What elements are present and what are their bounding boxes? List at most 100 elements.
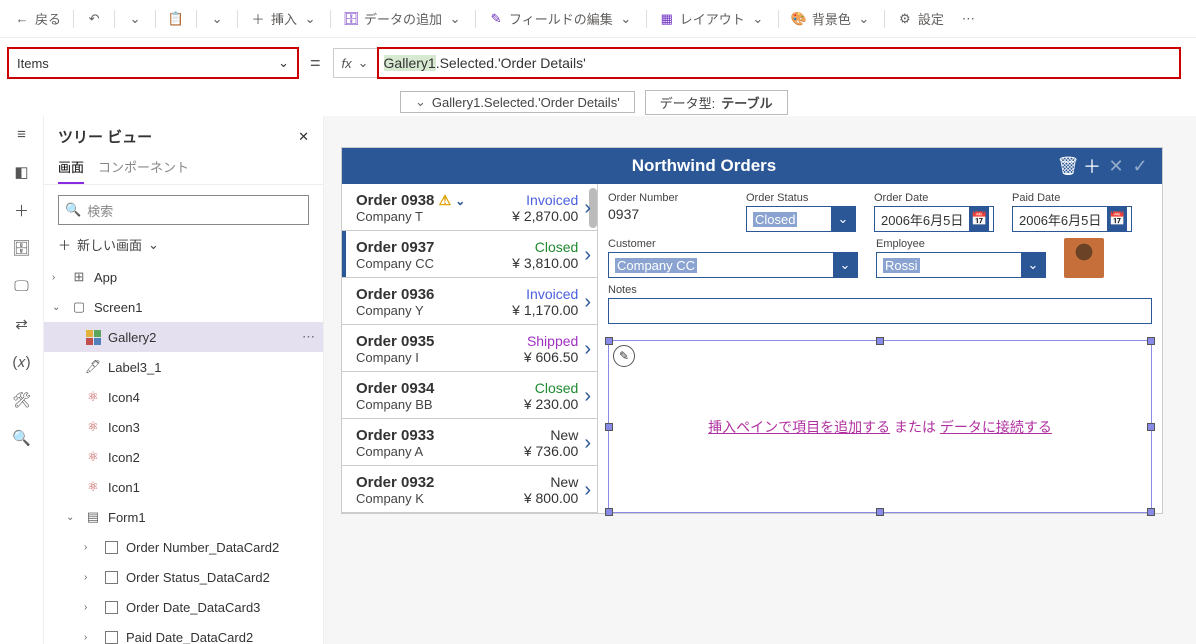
close-icon[interactable]: ✕ xyxy=(298,129,309,145)
equals-label: = xyxy=(306,53,325,74)
add-data-button[interactable]: 🗄 データの追加 ⌄ xyxy=(335,5,471,32)
tree-node-label3-1[interactable]: 🖊Label3_1 xyxy=(44,352,323,382)
resize-handle[interactable] xyxy=(1147,508,1155,516)
resize-handle[interactable] xyxy=(876,337,884,345)
insert-button[interactable]: ＋ 挿入 ⌄ xyxy=(242,5,326,32)
insert-pane-link[interactable]: 挿入ペインで項目を追加する xyxy=(708,419,890,435)
undo-button[interactable]: ↶ xyxy=(78,7,110,31)
submit-icon[interactable]: ✓ xyxy=(1128,154,1152,178)
notes-input[interactable] xyxy=(608,298,1152,324)
rail-media-icon[interactable]: 🖵 xyxy=(10,274,34,298)
formula-input[interactable]: Gallery1.Selected.'Order Details' xyxy=(378,48,1180,78)
order-row[interactable]: Order 0938 ⚠ ⌄Company TInvoiced¥ 2,870.0… xyxy=(342,184,597,231)
tree-node-app[interactable]: ›⊞App xyxy=(44,262,323,292)
result-expression-cell[interactable]: ⌄ Gallery1.Selected.'Order Details' xyxy=(400,91,635,113)
tree-node-screen1[interactable]: ⌄▢Screen1 xyxy=(44,292,323,322)
resize-handle[interactable] xyxy=(1147,423,1155,431)
tree-node-dc-orderstatus[interactable]: ›Order Status_DataCard2 xyxy=(44,562,323,592)
resize-handle[interactable] xyxy=(605,337,613,345)
tab-screens[interactable]: 画面 xyxy=(58,151,84,184)
rail-insert-icon[interactable]: ＋ xyxy=(10,198,34,222)
order-row[interactable]: Order 0937Company CCClosed¥ 3,810.00› xyxy=(342,231,597,278)
employee-dropdown[interactable]: Rossi⌄ xyxy=(876,252,1046,278)
chevron-down-icon: ⌄ xyxy=(831,207,855,231)
rail-search-icon[interactable]: 🔍 xyxy=(10,426,34,450)
order-row[interactable]: Order 0935Company IShipped¥ 606.50› xyxy=(342,325,597,372)
rail-data-icon[interactable]: 🗄 xyxy=(10,236,34,260)
rail-flows-icon[interactable]: ⇄ xyxy=(10,312,34,336)
order-num: Order 0935 xyxy=(356,333,492,350)
undo-split[interactable]: ⌄ xyxy=(119,7,151,31)
chevron-right-icon[interactable]: › xyxy=(578,244,591,267)
order-date-picker[interactable]: 2006年6月5日📅 xyxy=(874,206,994,232)
resize-handle[interactable] xyxy=(876,508,884,516)
edit-pencil-icon[interactable]: ✎ xyxy=(613,345,635,367)
order-status-dropdown[interactable]: Closed⌄ xyxy=(746,206,856,232)
order-number-label: Order Number xyxy=(608,192,728,204)
overflow-button[interactable]: ⋯ xyxy=(954,7,983,31)
tree-node-dc-paiddate[interactable]: ›Paid Date_DataCard2 xyxy=(44,622,323,644)
tree-node-label: Icon4 xyxy=(108,390,140,405)
order-row[interactable]: Order 0936Company YInvoiced¥ 1,170.00› xyxy=(342,278,597,325)
tree-node-label: Label3_1 xyxy=(108,360,162,375)
more-icon[interactable]: ⋯ xyxy=(302,329,315,345)
chevron-right-icon[interactable]: › xyxy=(578,291,591,314)
undo-icon: ↶ xyxy=(86,11,102,27)
design-canvas[interactable]: Northwind Orders 🗑 ＋ ✕ ✓ Order 0938 ⚠ ⌄C… xyxy=(324,116,1196,644)
order-row[interactable]: Order 0933Company ANew¥ 736.00› xyxy=(342,419,597,466)
tree-node-form1[interactable]: ⌄▤Form1 xyxy=(44,502,323,532)
gallery2-selection[interactable]: ✎ 挿入ペインで項目を追加する または データに接続する xyxy=(608,340,1152,513)
paid-date-picker[interactable]: 2006年6月5日📅 xyxy=(1012,206,1132,232)
connect-data-link[interactable]: データに接続する xyxy=(940,419,1052,435)
resize-handle[interactable] xyxy=(605,423,613,431)
edit-fields-button[interactable]: ✎ フィールドの編集 ⌄ xyxy=(480,5,642,32)
tree-node-dc-orderdate[interactable]: ›Order Date_DataCard3 xyxy=(44,592,323,622)
chevron-right-icon[interactable]: › xyxy=(578,197,591,220)
left-rail: ≡ ◧ ＋ 🗄 🖵 ⇄ (𝑥) 🛠 🔍 xyxy=(0,116,44,644)
chevron-right-icon[interactable]: › xyxy=(578,432,591,455)
order-gallery[interactable]: Order 0938 ⚠ ⌄Company TInvoiced¥ 2,870.0… xyxy=(342,184,598,513)
back-button[interactable]: ← 戻る xyxy=(6,5,69,32)
chevron-right-icon[interactable]: › xyxy=(578,338,591,361)
tree-node-gallery2[interactable]: Gallery2⋯ xyxy=(44,322,323,352)
paste-button[interactable]: 📋 xyxy=(160,7,192,31)
formula-token-rest: .Selected.'Order Details' xyxy=(436,55,586,71)
order-amount: ¥ 800.00 xyxy=(492,490,578,506)
resize-handle[interactable] xyxy=(1147,337,1155,345)
rail-tree-icon[interactable]: ◧ xyxy=(10,160,34,184)
customer-dropdown[interactable]: Company CC⌄ xyxy=(608,252,858,278)
delete-icon[interactable]: 🗑 xyxy=(1056,154,1080,178)
order-row[interactable]: Order 0932Company KNew¥ 800.00› xyxy=(342,466,597,513)
tree-node-icon4[interactable]: ⚛Icon4 xyxy=(44,382,323,412)
chevron-right-icon[interactable]: › xyxy=(578,385,591,408)
edit-fields-icon: ✎ xyxy=(488,11,504,27)
add-icon[interactable]: ＋ xyxy=(1080,154,1104,178)
back-label: 戻る xyxy=(35,9,61,28)
settings-button[interactable]: ⚙ 設定 xyxy=(889,5,952,32)
order-num: Order 0932 xyxy=(356,474,492,491)
rail-hamburger-icon[interactable]: ≡ xyxy=(10,122,34,146)
edit-fields-label: フィールドの編集 xyxy=(509,9,613,28)
tree-node-icon3[interactable]: ⚛Icon3 xyxy=(44,412,323,442)
paste-split[interactable]: ⌄ xyxy=(201,7,233,31)
insert-placeholder-text: 挿入ペインで項目を追加する または データに接続する xyxy=(708,417,1052,437)
tree-search-input[interactable]: 🔍 検索 xyxy=(58,195,309,225)
chevron-down-icon: ⌄ xyxy=(127,11,143,27)
new-screen-button[interactable]: ＋ 新しい画面 ⌄ xyxy=(44,231,323,262)
tree-node-icon2[interactable]: ⚛Icon2 xyxy=(44,442,323,472)
order-row[interactable]: Order 0934Company BBClosed¥ 230.00› xyxy=(342,372,597,419)
rail-variables-icon[interactable]: (𝑥) xyxy=(10,350,34,374)
tab-components[interactable]: コンポーネント xyxy=(98,151,189,184)
fx-button[interactable]: fx ⌄ xyxy=(333,48,378,78)
order-company: Company T xyxy=(356,209,492,224)
chevron-right-icon[interactable]: › xyxy=(578,479,591,502)
tree-node-dc-ordernumber[interactable]: ›Order Number_DataCard2 xyxy=(44,532,323,562)
cancel-icon[interactable]: ✕ xyxy=(1104,154,1128,178)
resize-handle[interactable] xyxy=(605,508,613,516)
tree-node-icon1[interactable]: ⚛Icon1 xyxy=(44,472,323,502)
rail-advanced-icon[interactable]: 🛠 xyxy=(10,388,34,412)
property-dropdown[interactable]: Items ⌄ xyxy=(8,48,298,78)
paid-date-value: 2006年6月5日 xyxy=(1019,210,1101,229)
layout-button[interactable]: ▦ レイアウト ⌄ xyxy=(651,5,774,32)
bgcolor-button[interactable]: 🎨 背景色 ⌄ xyxy=(783,5,880,32)
